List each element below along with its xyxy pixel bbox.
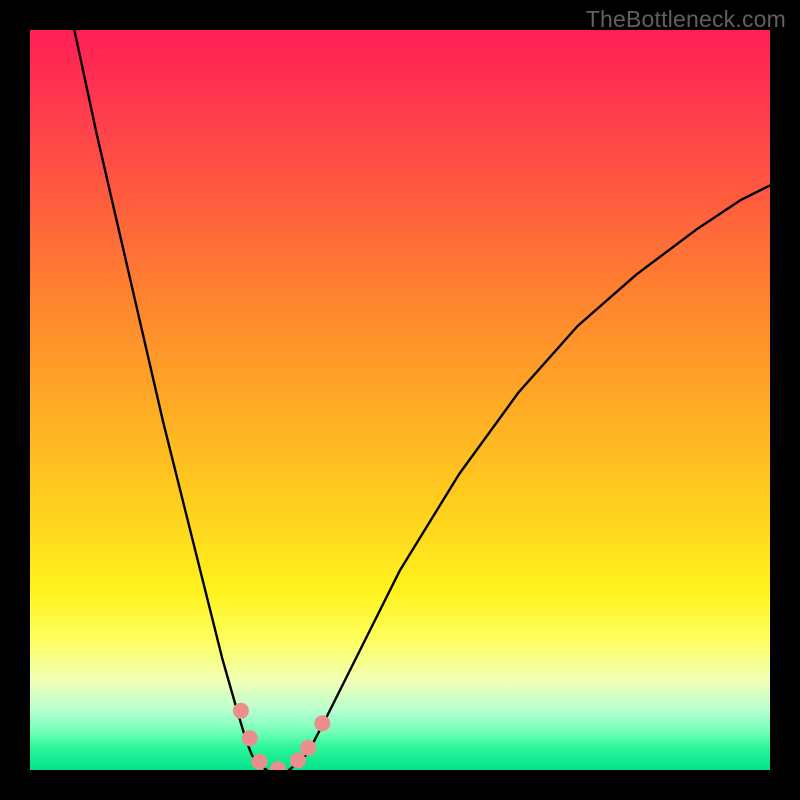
marker-point (300, 740, 316, 756)
marker-point (233, 703, 249, 719)
watermark-text: TheBottleneck.com (586, 6, 786, 33)
chart-frame: TheBottleneck.com (0, 0, 800, 800)
curve-layer (30, 30, 770, 770)
plot-area (30, 30, 770, 770)
series-left-branch (74, 30, 266, 770)
marker-point (314, 715, 330, 731)
series-right-branch (289, 185, 770, 770)
marker-point (290, 752, 306, 768)
marker-point (270, 761, 286, 770)
marker-point (242, 730, 258, 746)
marker-point (251, 754, 267, 770)
series-group (74, 30, 770, 770)
